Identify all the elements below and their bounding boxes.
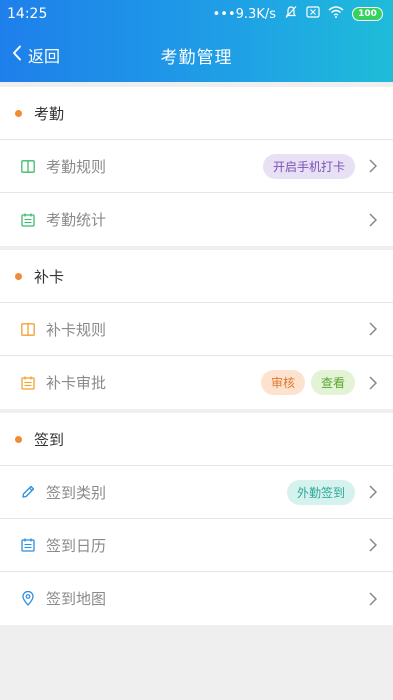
calendar-icon: [20, 537, 36, 553]
menu-item-makeup-approval[interactable]: 补卡审批 审核 查看: [0, 356, 393, 409]
nav-bar: 返回 考勤管理: [0, 28, 393, 82]
section-dot: [15, 109, 22, 117]
app-header: 14:25 •••9.3K/s 100 返回 考勤管理: [0, 0, 393, 82]
menu-item-label: 签到日历: [46, 536, 107, 555]
menu-item-makeup-rules[interactable]: 补卡规则: [0, 303, 393, 356]
menu-item-label: 补卡审批: [46, 374, 107, 392]
chevron-right-icon: [369, 212, 379, 228]
wifi-icon: [328, 6, 344, 22]
back-label: 返回: [28, 47, 61, 66]
section-header: 签到: [0, 413, 393, 466]
chevron-right-icon: [369, 375, 379, 391]
menu-item-attendance-rules[interactable]: 考勤规则 开启手机打卡: [0, 140, 393, 193]
menu-item-label: 考勤规则: [46, 157, 107, 176]
calendar-icon: [20, 375, 36, 391]
page-title: 考勤管理: [160, 47, 233, 68]
chevron-left-icon: [12, 45, 22, 65]
section-header: 考勤: [0, 87, 393, 140]
book-icon: [20, 158, 36, 174]
book-icon: [20, 321, 36, 337]
chevron-right-icon: [369, 158, 379, 174]
section-title: 补卡: [34, 267, 65, 286]
mute-icon: [284, 5, 298, 23]
battery-indicator: 100: [352, 7, 383, 21]
menu-item-check-in-category[interactable]: 签到类别 外勤签到: [0, 466, 393, 519]
section-makeup-punch: 补卡 补卡规则 补卡审批 审核 查看: [0, 250, 393, 409]
menu-item-label: 签到类别: [46, 483, 107, 502]
menu-item-check-in-calendar[interactable]: 签到日历: [0, 519, 393, 572]
section-dot: [15, 435, 22, 443]
section-header: 补卡: [0, 250, 393, 303]
back-button[interactable]: 返回: [12, 28, 60, 82]
calendar-icon: [20, 212, 36, 228]
section-title: 签到: [34, 430, 65, 449]
section-title: 考勤: [34, 104, 65, 123]
chevron-right-icon: [369, 591, 379, 607]
section-dot: [15, 272, 22, 280]
chevron-right-icon: [369, 537, 379, 553]
section-check-in: 签到 签到类别 外勤签到 签到日历 签到地图: [0, 413, 393, 625]
menu-item-label: 签到地图: [46, 590, 107, 608]
network-speed: •••9.3K/s: [212, 6, 276, 22]
menu-item-attendance-stats[interactable]: 考勤统计: [0, 193, 393, 246]
chevron-right-icon: [369, 321, 379, 337]
menu-item-label: 补卡规则: [46, 320, 107, 339]
menu-item-check-in-map[interactable]: 签到地图: [0, 572, 393, 625]
menu-item-label: 考勤统计: [46, 211, 107, 229]
enable-mobile-punch-badge[interactable]: 开启手机打卡: [262, 153, 355, 179]
view-badge[interactable]: 查看: [310, 370, 355, 395]
field-check-in-badge[interactable]: 外勤签到: [286, 479, 355, 505]
sim-icon: [306, 6, 320, 22]
location-pin-icon: [20, 591, 36, 607]
status-indicators: •••9.3K/s 100: [213, 5, 383, 23]
chevron-right-icon: [369, 484, 379, 500]
section-attendance: 考勤 考勤规则 开启手机打卡 考勤统计: [0, 87, 393, 246]
status-bar: 14:25 •••9.3K/s 100: [0, 0, 393, 28]
pencil-icon: [20, 484, 36, 500]
review-badge[interactable]: 审核: [260, 370, 305, 395]
status-time: 14:25: [7, 6, 48, 22]
